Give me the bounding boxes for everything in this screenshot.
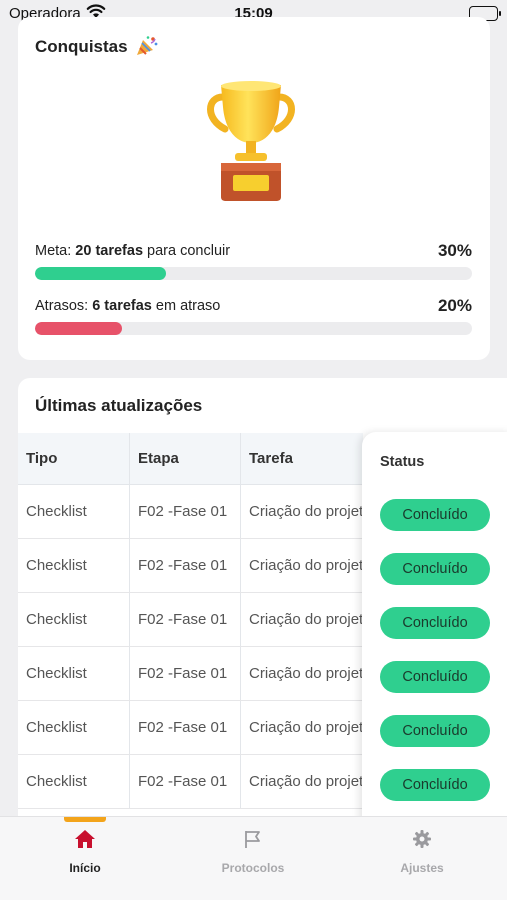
cell-etapa: F02 -Fase 01: [130, 647, 241, 700]
goal-percent: 30%: [437, 241, 472, 260]
goal-label: Meta: 20 tarefas para concluir: [35, 243, 231, 259]
cell-tipo: Checklist: [18, 647, 130, 700]
cell-etapa: F02 -Fase 01: [130, 485, 241, 538]
status-badge[interactable]: Concluído: [380, 553, 490, 585]
cell-tarefa: Criação do projeto: [249, 557, 363, 574]
active-tab-indicator: [64, 817, 106, 822]
table-row[interactable]: Checklist F02 -Fase 01 Criação do projet…: [18, 539, 363, 593]
table-row[interactable]: Checklist F02 -Fase 01 Criação do projet…: [18, 755, 363, 809]
delays-label: Atrasos: 6 tarefas em atraso: [35, 298, 221, 314]
cell-tipo: Checklist: [18, 485, 130, 538]
cell-tarefa: Criação do projeto: [249, 611, 363, 628]
status-badge[interactable]: Concluído: [380, 661, 490, 693]
column-header-tarefa: Tarefa: [249, 450, 293, 467]
tab-label: Início: [69, 861, 101, 875]
tab-label: Ajustes: [400, 861, 444, 875]
cell-etapa: F02 -Fase 01: [130, 701, 241, 754]
status-badge[interactable]: Concluído: [380, 715, 490, 747]
column-header-tipo: Tipo: [18, 433, 130, 484]
cell-tipo: Checklist: [18, 539, 130, 592]
delays-percent: 20%: [437, 296, 472, 315]
cell-tarefa: Criação do projeto: [249, 503, 363, 520]
cell-tarefa: Criação do projeto: [249, 773, 363, 790]
tab-ajustes[interactable]: Ajustes: [362, 829, 482, 889]
cell-etapa: F02 -Fase 01: [130, 593, 241, 646]
status-badge[interactable]: Concluído: [380, 499, 490, 531]
tab-label: Protocolos: [221, 861, 285, 875]
cell-tarefa: Criação do projeto: [249, 719, 363, 736]
tab-inicio[interactable]: Início: [25, 829, 145, 889]
delays-progress-fill: [35, 322, 123, 335]
updates-table: Tipo Etapa Tarefa Checklist F02 -Fase 01…: [18, 433, 363, 809]
achievements-card: Conquistas Meta: 20 tarefas para conclui…: [18, 17, 490, 360]
table-row[interactable]: Checklist F02 -Fase 01 Criação do projet…: [18, 593, 363, 647]
gear-icon: [362, 829, 482, 851]
cell-etapa: F02 -Fase 01: [130, 539, 241, 592]
goal-progress-fill: [35, 267, 167, 280]
cell-tarefa: Criação do projeto: [249, 665, 363, 682]
column-header-status: Status: [380, 454, 425, 470]
flag-icon: [193, 829, 313, 851]
party-popper-icon: [135, 35, 159, 62]
cell-tipo: Checklist: [18, 755, 130, 808]
tab-bar: Início Protocolos Ajustes: [0, 816, 507, 900]
achievements-title: Conquistas: [35, 37, 128, 56]
cell-tipo: Checklist: [18, 593, 130, 646]
trophy-icon: [203, 79, 299, 212]
updates-title: Últimas atualizações: [35, 396, 203, 415]
status-badge[interactable]: Concluído: [380, 607, 490, 639]
table-row[interactable]: Checklist F02 -Fase 01 Criação do projet…: [18, 647, 363, 701]
status-badge[interactable]: Concluído: [380, 769, 490, 801]
status-column: Status Concluído Concluído Concluído Con…: [362, 432, 507, 842]
table-row[interactable]: Checklist F02 -Fase 01 Criação do projet…: [18, 701, 363, 755]
cell-tipo: Checklist: [18, 701, 130, 754]
goal-progress-bar: [35, 267, 472, 280]
table-header: Tipo Etapa Tarefa: [18, 433, 363, 485]
table-row[interactable]: Checklist F02 -Fase 01 Criação do projet…: [18, 485, 363, 539]
delays-progress-bar: [35, 322, 472, 335]
column-header-etapa: Etapa: [130, 433, 241, 484]
cell-etapa: F02 -Fase 01: [130, 755, 241, 808]
tab-protocolos[interactable]: Protocolos: [193, 829, 313, 889]
home-icon: [25, 829, 145, 851]
